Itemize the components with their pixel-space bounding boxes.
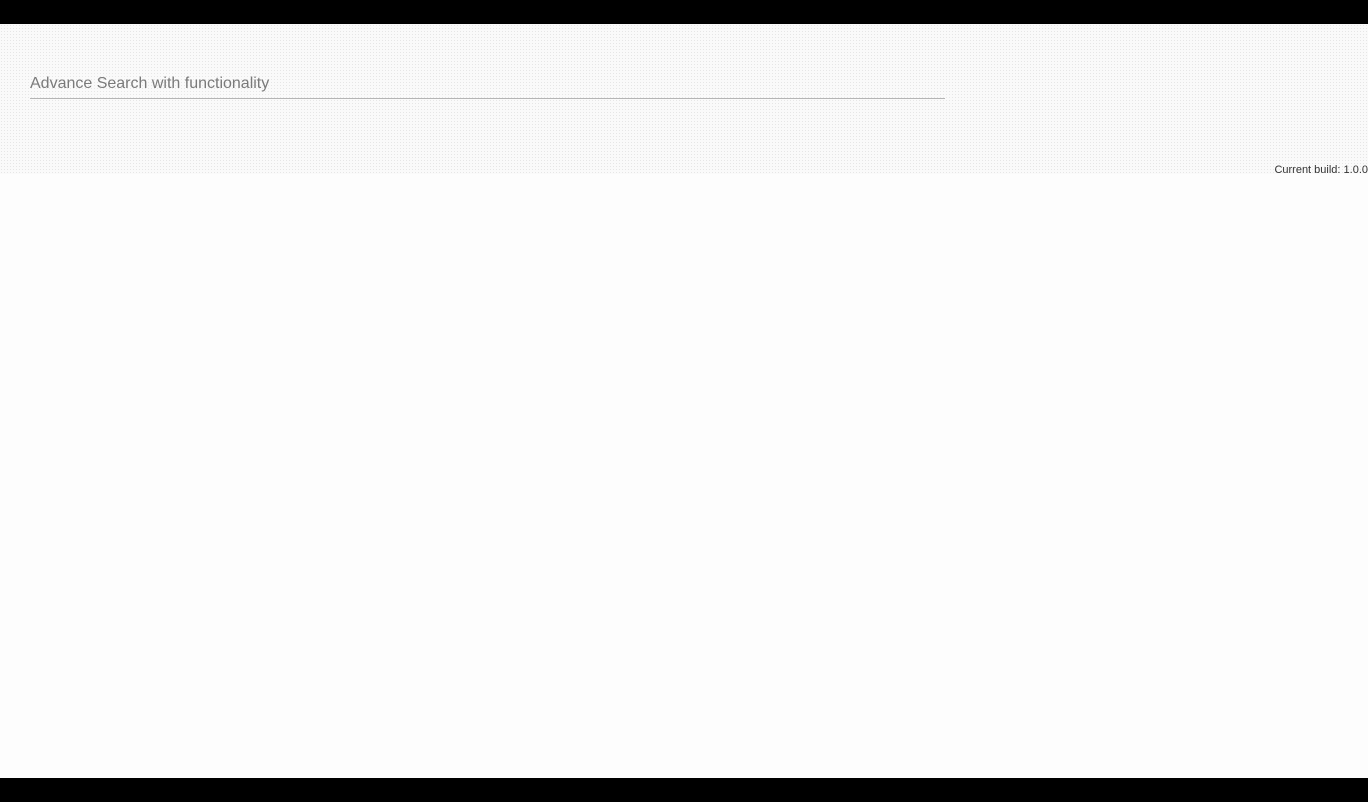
app-viewport: Current build: 1.0.0 [0,24,1368,778]
search-field[interactable] [30,70,945,99]
letterbox-bottom [0,778,1368,802]
header-area [0,24,1368,174]
letterbox-top [0,0,1368,24]
search-input[interactable] [30,70,945,97]
build-version-label: Current build: 1.0.0 [1274,164,1368,176]
